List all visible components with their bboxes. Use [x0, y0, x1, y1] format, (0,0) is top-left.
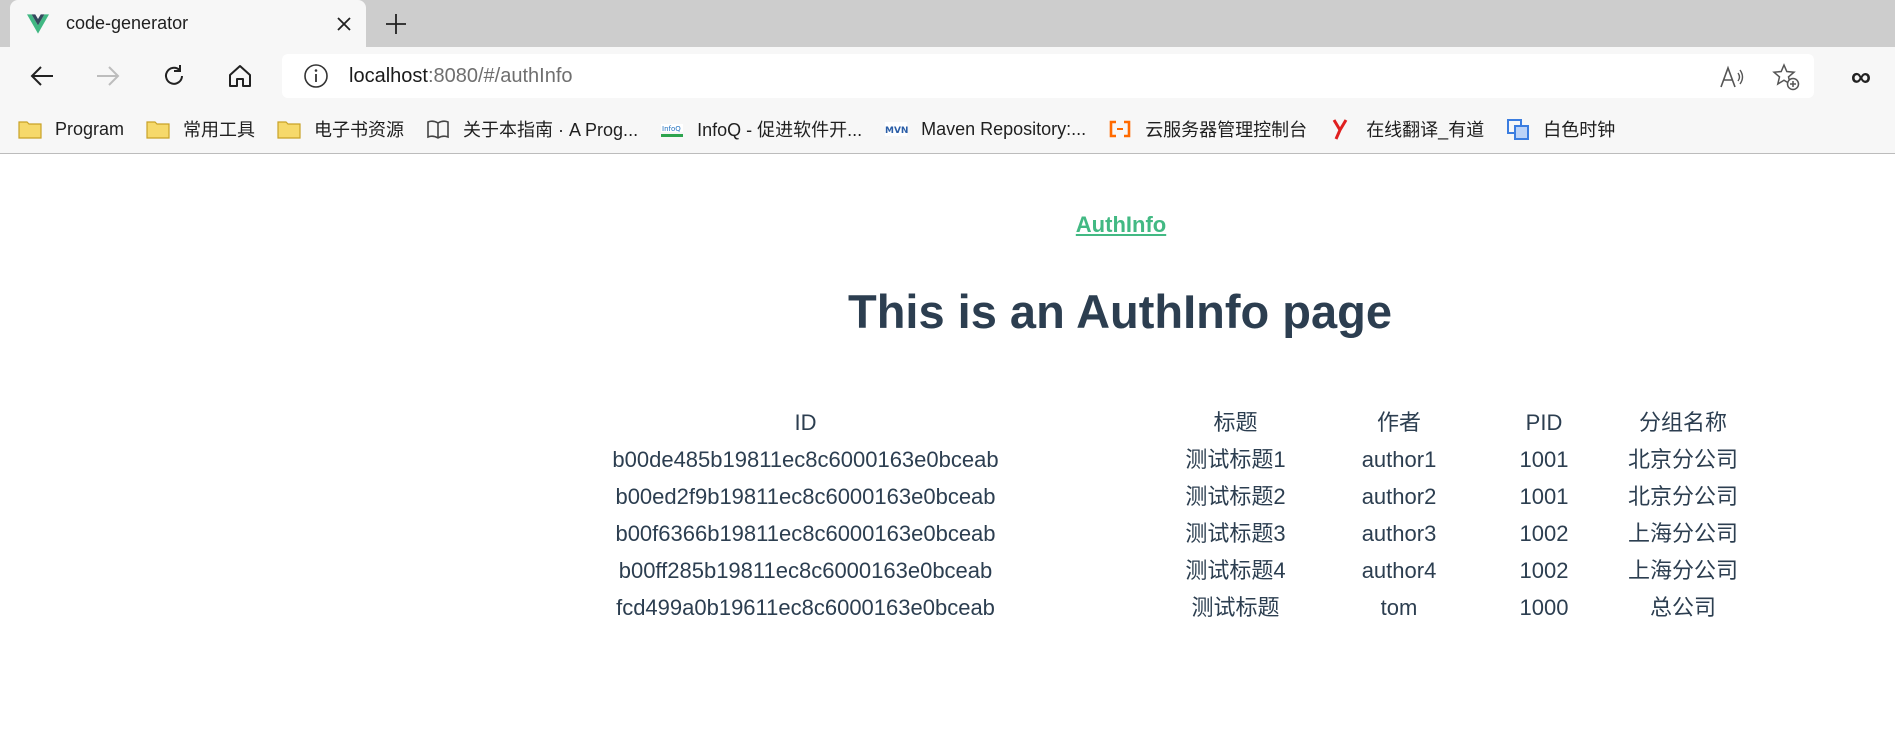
cell-pid: 1002 — [1519, 521, 1569, 546]
forward-button[interactable] — [88, 56, 128, 96]
header-group-name: 分组名称 — [1638, 410, 1727, 435]
cell-pid: 1001 — [1519, 484, 1569, 509]
cell-group-name: 总公司 — [1649, 595, 1716, 620]
bookmark-ebooks[interactable]: 电子书资源 — [277, 116, 404, 142]
youdao-icon — [1329, 117, 1353, 141]
bookmark-infoq[interactable]: InfoQ InfoQ - 促进软件开... — [660, 116, 862, 142]
table-row: b00f6366b19811ec8c6000163e0bceab 测试标题3 a… — [593, 515, 1783, 552]
bookmark-youdao[interactable]: 在线翻译_有道 — [1329, 116, 1484, 142]
refresh-icon — [165, 65, 183, 85]
folder-icon — [18, 117, 42, 141]
extensions-icon[interactable]: ∞ — [1851, 61, 1871, 93]
site-info-icon[interactable] — [302, 62, 330, 90]
address-bar[interactable]: localhost:8080/#/authInfo — [282, 54, 1814, 98]
cell-author: author2 — [1361, 484, 1437, 509]
cell-group-name: 上海分公司 — [1627, 521, 1738, 546]
cell-id: fcd499a0b19611ec8c6000163e0bceab — [616, 595, 995, 620]
header-author: 作者 — [1376, 410, 1421, 435]
bookmark-program[interactable]: Program — [18, 117, 124, 141]
vue-logo-icon — [27, 13, 49, 35]
table-header-row: ID 标题 作者 PID 分组名称 — [593, 404, 1783, 441]
cell-id: b00f6366b19811ec8c6000163e0bceab — [615, 521, 996, 546]
header-title: 标题 — [1213, 410, 1258, 435]
table-row: b00de485b19811ec8c6000163e0bceab 测试标题1 a… — [593, 441, 1783, 478]
cell-group-name: 北京分公司 — [1627, 484, 1738, 509]
folder-icon — [146, 117, 170, 141]
cell-id: b00de485b19811ec8c6000163e0bceab — [612, 447, 999, 472]
cell-pid: 1000 — [1519, 595, 1569, 620]
page-content: AuthInfo This is an AuthInfo page ID 标题 … — [0, 154, 1895, 730]
url-text[interactable]: localhost:8080/#/authInfo — [349, 65, 573, 88]
clock-app-icon — [1506, 117, 1530, 141]
tab-strip: code-generator — [0, 0, 1895, 47]
table-row: b00ff285b19811ec8c6000163e0bceab 测试标题4 a… — [593, 552, 1783, 589]
nav-link-authinfo[interactable]: AuthInfo — [1071, 212, 1171, 238]
svg-text:InfoQ: InfoQ — [662, 125, 681, 133]
refresh-button[interactable] — [154, 56, 194, 96]
bookmark-maven[interactable]: MVN Maven Repository:... — [884, 117, 1086, 141]
read-aloud-icon[interactable] — [1716, 61, 1748, 93]
home-button[interactable] — [220, 56, 260, 96]
page-title: This is an AuthInfo page — [848, 285, 1392, 338]
forward-arrow-icon — [97, 66, 120, 86]
header-pid: PID — [1525, 410, 1563, 435]
cell-id: b00ed2f9b19811ec8c6000163e0bceab — [615, 484, 996, 509]
bookmark-guide[interactable]: 关于本指南 · A Prog... — [426, 116, 638, 142]
new-tab-button[interactable] — [380, 8, 412, 40]
cell-pid: 1002 — [1519, 558, 1569, 583]
browser-tab[interactable]: code-generator — [10, 0, 366, 47]
bookmark-aliyun[interactable]: 云服务器管理控制台 — [1108, 116, 1307, 142]
cell-author: author3 — [1361, 521, 1437, 546]
cell-title: 测试标题4 — [1185, 558, 1286, 583]
book-icon — [426, 117, 450, 141]
cell-pid: 1001 — [1519, 447, 1569, 472]
table-row: b00ed2f9b19811ec8c6000163e0bceab 测试标题2 a… — [593, 478, 1783, 515]
tab-title: code-generator — [66, 13, 189, 33]
folder-icon — [277, 117, 301, 141]
add-favorite-icon[interactable] — [1770, 61, 1802, 93]
auth-info-table: ID 标题 作者 PID 分组名称 b00de485b19811ec8c6000… — [593, 404, 1783, 626]
cell-group-name: 上海分公司 — [1627, 558, 1738, 583]
back-arrow-icon — [30, 66, 53, 86]
back-button[interactable] — [22, 56, 62, 96]
bookmarks-bar: Program 常用工具 电子书资源 关于本指南 · A Prog... Inf… — [0, 105, 1895, 154]
mvn-icon: MVN — [884, 117, 908, 141]
header-id: ID — [794, 410, 817, 435]
cell-author: tom — [1380, 595, 1418, 620]
infoq-icon: InfoQ — [660, 117, 684, 141]
cell-title: 测试标题 — [1191, 595, 1280, 620]
bookmark-white-clock[interactable]: 白色时钟 — [1506, 116, 1615, 142]
browser-toolbar: localhost:8080/#/authInfo ∞ — [0, 47, 1895, 105]
cell-title: 测试标题2 — [1185, 484, 1286, 509]
cell-id: b00ff285b19811ec8c6000163e0bceab — [618, 558, 993, 583]
svg-text:MVN: MVN — [885, 126, 908, 136]
cell-title: 测试标题1 — [1185, 447, 1286, 472]
aliyun-icon — [1108, 117, 1132, 141]
bookmark-common-tools[interactable]: 常用工具 — [146, 116, 255, 142]
table-row: fcd499a0b19611ec8c6000163e0bceab 测试标题 to… — [593, 589, 1783, 626]
cell-group-name: 北京分公司 — [1627, 447, 1738, 472]
close-tab-icon[interactable] — [328, 8, 360, 40]
cell-title: 测试标题3 — [1185, 521, 1286, 546]
cell-author: author1 — [1361, 447, 1437, 472]
cell-author: author4 — [1361, 558, 1437, 583]
home-icon — [229, 65, 251, 87]
